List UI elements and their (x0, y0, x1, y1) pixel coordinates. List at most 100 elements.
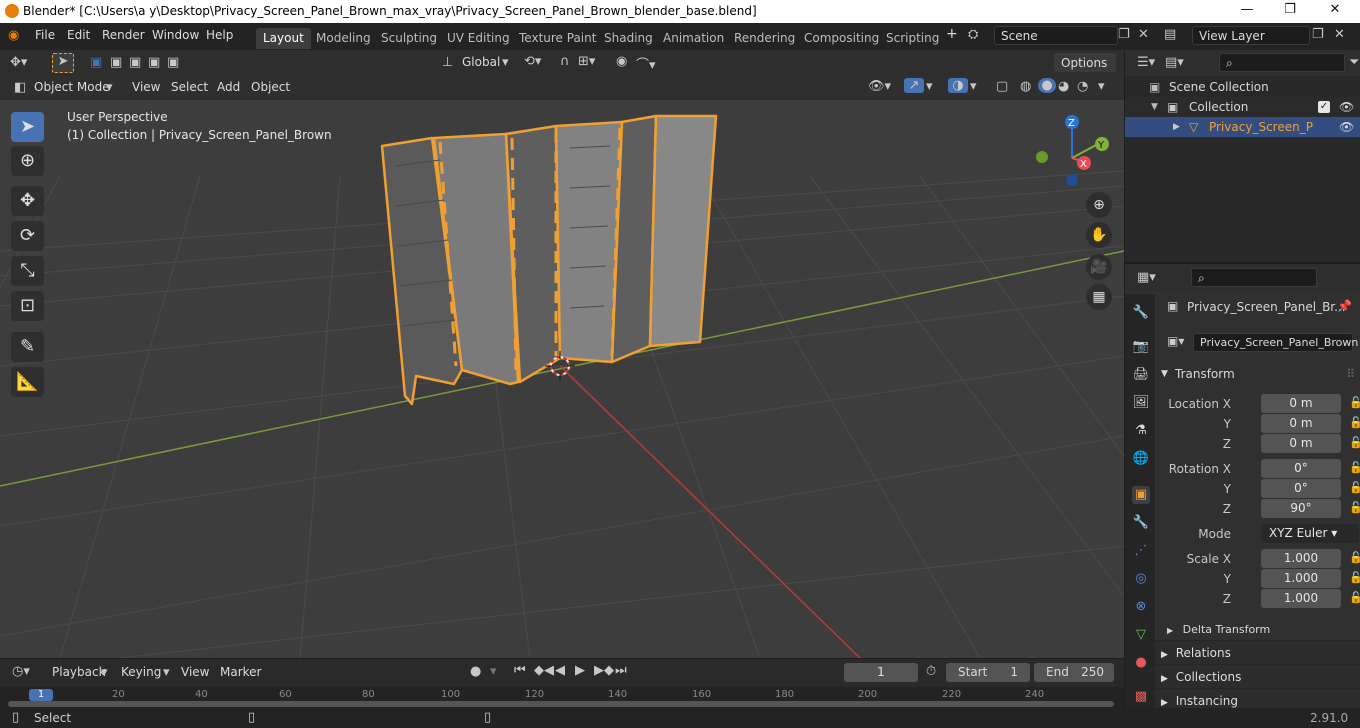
chevron-down-icon[interactable]: ▾ (490, 664, 497, 679)
lock-icon[interactable]: 🔓 (1349, 551, 1360, 564)
select-mode-extend-icon[interactable]: ▣ (110, 55, 122, 70)
add-workspace-button[interactable]: + (946, 26, 958, 42)
xray-toggle-icon[interactable]: ▢ (996, 79, 1008, 94)
scale-x-field[interactable]: 1.000 (1261, 549, 1341, 568)
solid-shading-icon[interactable]: ● (1038, 78, 1056, 93)
location-y-field[interactable]: 0 m (1261, 414, 1341, 433)
eye-icon[interactable]: 👁 (1339, 97, 1354, 117)
material-shading-icon[interactable]: ◕ (1058, 79, 1069, 94)
scene-tab-icon[interactable]: ⚗ (1132, 422, 1150, 440)
visibility-icon[interactable]: 👁▾ (868, 79, 891, 94)
select-mode-intersect-icon[interactable]: ▣ (167, 55, 179, 70)
scale-tool[interactable]: ⤡ (11, 256, 44, 286)
chevron-right-icon[interactable]: ▶ (1173, 117, 1180, 137)
lock-icon[interactable]: 🔓 (1349, 591, 1360, 604)
viewport-menu-add[interactable]: Add (217, 80, 240, 94)
menu-window[interactable]: Window (152, 28, 199, 42)
timeline-menu-marker[interactable]: Marker (220, 665, 261, 679)
tab-layout[interactable]: Layout (256, 28, 311, 49)
wireframe-shading-icon[interactable]: ◍ (1020, 79, 1031, 94)
tab-scripting[interactable]: Scripting (879, 28, 946, 49)
lock-icon[interactable]: 🔓 (1349, 571, 1360, 584)
view-layer-selector[interactable]: View Layer (1192, 26, 1310, 45)
drag-handle-icon[interactable]: ⠿ (1346, 362, 1355, 386)
jump-keyframe-back-icon[interactable]: ◆◀ (534, 663, 554, 678)
start-frame-field[interactable]: Start 1 (946, 663, 1030, 682)
timeline-menu-view[interactable]: View (181, 665, 209, 679)
select-mode-new-icon[interactable]: ▣ (90, 55, 102, 70)
properties-editor-icon[interactable]: ▦▾ (1137, 270, 1156, 285)
texture-tab-icon[interactable]: ▩ (1132, 688, 1150, 706)
tab-uv-editing[interactable]: UV Editing (440, 28, 517, 49)
rotation-y-field[interactable]: 0° (1261, 479, 1341, 498)
camera-view-button[interactable]: 🎥 (1086, 254, 1112, 280)
zoom-button[interactable]: ⊕ (1086, 192, 1112, 218)
outliner-row-collection[interactable]: ▼ ▣ Collection ✓ 👁 (1125, 97, 1360, 117)
tab-animation[interactable]: Animation (656, 28, 731, 49)
timeline-scrollbar[interactable] (8, 701, 1114, 707)
material-tab-icon[interactable]: ● (1132, 654, 1150, 672)
pan-button[interactable]: ✋ (1086, 222, 1112, 248)
delete-view-layer-icon[interactable]: ✕ (1334, 27, 1345, 42)
particles-tab-icon[interactable]: ⋰ (1132, 542, 1150, 560)
properties-search-input[interactable]: ⌕ (1191, 268, 1317, 287)
object-tab-icon[interactable]: ▣ (1132, 486, 1150, 504)
menu-render[interactable]: Render (102, 28, 145, 42)
delta-transform-subpanel[interactable]: ▶ Delta Transform (1167, 620, 1357, 640)
pivot-point-icon[interactable]: ⟲▾ (524, 54, 541, 69)
lock-icon[interactable]: 🔓 (1349, 416, 1360, 429)
physics-tab-icon[interactable]: ◎ (1132, 570, 1150, 588)
data-tab-icon[interactable]: ▽ (1132, 626, 1150, 644)
tab-modeling[interactable]: Modeling (309, 28, 378, 49)
rotate-tool[interactable]: ⟳ (11, 221, 44, 251)
timeline-menu-playback[interactable]: Playback (52, 665, 106, 679)
end-frame-field[interactable]: End 250 (1034, 663, 1114, 682)
snap-target-icon[interactable]: ⊞▾ (578, 54, 595, 69)
stopwatch-icon[interactable]: ⏱ (926, 664, 936, 679)
timeline-menu-keying[interactable]: Keying (121, 665, 161, 679)
minimize-button[interactable]: — (1232, 2, 1262, 20)
outliner-row-scene-collection[interactable]: ▣ Scene Collection (1125, 77, 1360, 97)
lock-icon[interactable]: 🔓 (1349, 501, 1360, 514)
tab-texture-paint[interactable]: Texture Paint (512, 28, 603, 49)
playhead[interactable]: 1 (29, 689, 53, 701)
select-mode-subtract-icon[interactable]: ▣ (129, 55, 141, 70)
transform-panel-header[interactable]: ▼ Transform ⠿ (1155, 362, 1360, 386)
annotate-tool[interactable]: ✎ (11, 332, 44, 362)
output-tab-icon[interactable]: 🖨 (1132, 366, 1150, 384)
world-tab-icon[interactable]: 🌐 (1132, 450, 1150, 468)
ortho-toggle-button[interactable]: ▦ (1086, 284, 1112, 310)
collections-panel-header[interactable]: ▶ Collections (1155, 664, 1360, 688)
filter-icon[interactable]: ⏷ (1349, 55, 1359, 70)
overlay-toggle-icon[interactable]: ◑ (948, 78, 968, 93)
pin-icon[interactable]: 📌 (1337, 299, 1352, 313)
rotation-x-field[interactable]: 0° (1261, 459, 1341, 478)
delete-scene-icon[interactable]: ✕ (1138, 27, 1149, 42)
blender-menu-icon[interactable]: ◉ (8, 28, 19, 43)
proportional-falloff-icon[interactable]: ⌒▾ (636, 54, 656, 73)
location-z-field[interactable]: 0 m (1261, 434, 1341, 453)
lock-icon[interactable]: 🔓 (1349, 396, 1360, 409)
display-mode-icon[interactable]: ▤▾ (1165, 55, 1184, 70)
modifier-tab-icon[interactable]: 🔧 (1132, 514, 1150, 532)
viewport-menu-select[interactable]: Select (171, 80, 208, 94)
lock-icon[interactable]: 🔓 (1349, 461, 1360, 474)
lock-icon[interactable]: 🔓 (1349, 436, 1360, 449)
viewport-menu-view[interactable]: View (132, 80, 160, 94)
location-x-field[interactable]: 0 m (1261, 394, 1341, 413)
chevron-down-icon[interactable]: ▾ (1098, 79, 1105, 94)
proportional-edit-icon[interactable]: ◉ (616, 54, 627, 69)
timeline-ruler[interactable]: 1 20 40 60 80 100 120 140 160 180 200 22… (0, 687, 1124, 709)
tab-compositing[interactable]: Compositing (797, 28, 886, 49)
editor-type-icon[interactable]: ✥▾ (10, 55, 27, 70)
close-button[interactable]: ✕ (1320, 2, 1350, 20)
menu-edit[interactable]: Edit (67, 28, 90, 42)
outliner-editor-icon[interactable]: ☰▾ (1137, 55, 1155, 70)
current-frame-field[interactable]: 1 (844, 663, 918, 682)
jump-end-icon[interactable]: ⏭ (615, 663, 627, 678)
chevron-down-icon[interactable]: ▾ (970, 79, 977, 94)
tab-shading[interactable]: Shading (597, 28, 660, 49)
outliner-search-input[interactable]: ⌕ (1219, 53, 1345, 72)
chevron-down-icon[interactable]: ▼ (1151, 97, 1158, 117)
tab-rendering[interactable]: Rendering (727, 28, 802, 49)
